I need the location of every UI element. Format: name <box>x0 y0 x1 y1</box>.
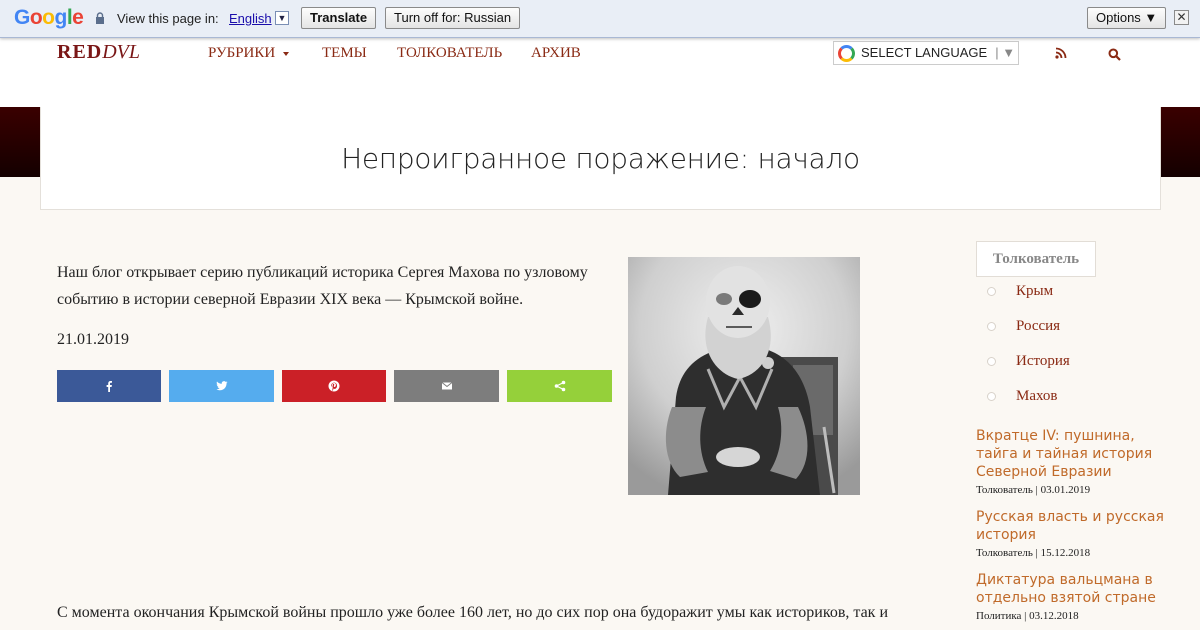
nav-rubrics-label: РУБРИКИ <box>208 45 276 61</box>
logo-main: RED <box>57 41 103 63</box>
site-header: REDDVL РУБРИКИ ТЕМЫ ТОЛКОВАТЕЛЬ АРХИВ SE… <box>0 38 1200 107</box>
bullet-icon <box>987 392 996 401</box>
translate-bar: Google View this page in: English ▼ Tran… <box>0 0 1200 38</box>
sidebar-tag-label: Крым <box>1016 283 1054 299</box>
view-page-label: View this page in: <box>117 11 219 26</box>
article-body: С момента окончания Крымской войны прошл… <box>57 604 888 621</box>
rss-icon[interactable] <box>1055 47 1067 59</box>
search-icon[interactable] <box>1108 48 1121 61</box>
sidebar-post-meta: Политика | 03.12.2018 <box>976 610 1079 622</box>
sidebar-post-meta: Толкователь | 15.12.2018 <box>976 547 1091 559</box>
bullet-icon <box>987 322 996 331</box>
share-email-button[interactable] <box>394 370 499 402</box>
nav-archive[interactable]: АРХИВ <box>531 45 581 62</box>
pinterest-icon <box>328 380 340 392</box>
select-language-widget[interactable]: SELECT LANGUAGE | ▼ <box>833 41 1019 65</box>
article-portrait-image <box>628 257 860 495</box>
title-banner: Непроигранное поражение: начало <box>40 107 1161 210</box>
facebook-icon <box>106 381 112 392</box>
lock-icon <box>96 12 104 24</box>
sidebar-post-link[interactable]: Вкратце IV: пушнина, тайга и тайная исто… <box>976 427 1166 481</box>
share-icon <box>554 380 565 392</box>
bullet-icon <box>987 287 996 296</box>
share-more-button[interactable] <box>507 370 612 402</box>
sidebar-tag-label: Махов <box>1016 388 1058 404</box>
language-select[interactable]: English <box>229 11 272 26</box>
article-date: 21.01.2019 <box>57 331 129 348</box>
chevron-down-icon <box>283 51 290 56</box>
options-button[interactable]: Options ▼ <box>1087 7 1167 29</box>
banner-background-left <box>0 107 41 177</box>
nav-interpreter[interactable]: ТОЛКОВАТЕЛЬ <box>397 45 502 62</box>
select-language-arrow: | ▼ <box>995 45 1016 60</box>
article-lead: Наш блог открывает серию публикаций исто… <box>57 264 588 308</box>
share-twitter-button[interactable] <box>169 370 274 402</box>
logo-alt: DVL <box>102 41 141 63</box>
google-logo: Google <box>14 6 84 29</box>
language-dropdown-arrow[interactable]: ▼ <box>275 11 289 25</box>
nav-rubrics[interactable]: РУБРИКИ <box>208 45 290 62</box>
sidebar-tag-label: История <box>1016 353 1070 369</box>
google-g-icon <box>838 45 855 62</box>
nav-themes[interactable]: ТЕМЫ <box>322 45 367 62</box>
close-icon[interactable]: ✕ <box>1174 10 1189 25</box>
email-icon <box>441 382 452 390</box>
share-pinterest-button[interactable] <box>282 370 386 402</box>
sidebar-tag-label: Россия <box>1016 318 1061 334</box>
sidebar-post-meta: Толкователь | 03.01.2019 <box>976 484 1091 496</box>
sidebar-post-link[interactable]: Русская власть и русская история <box>976 508 1166 544</box>
share-facebook-button[interactable] <box>57 370 161 402</box>
page-title: Непроигранное поражение: начало <box>341 142 860 175</box>
twitter-icon <box>216 381 227 391</box>
turn-off-button[interactable]: Turn off for: Russian <box>385 7 521 29</box>
banner-background-right <box>1160 107 1200 177</box>
sidebar-tag-heading[interactable]: Толкователь <box>976 241 1096 277</box>
translate-button[interactable]: Translate <box>301 7 377 29</box>
bullet-icon <box>987 357 996 366</box>
sidebar-post-link[interactable]: Диктатура вальцмана в отдельно взятой ст… <box>976 571 1166 607</box>
site-logo[interactable]: REDDVL <box>57 41 140 64</box>
select-language-label: SELECT LANGUAGE <box>861 45 988 60</box>
